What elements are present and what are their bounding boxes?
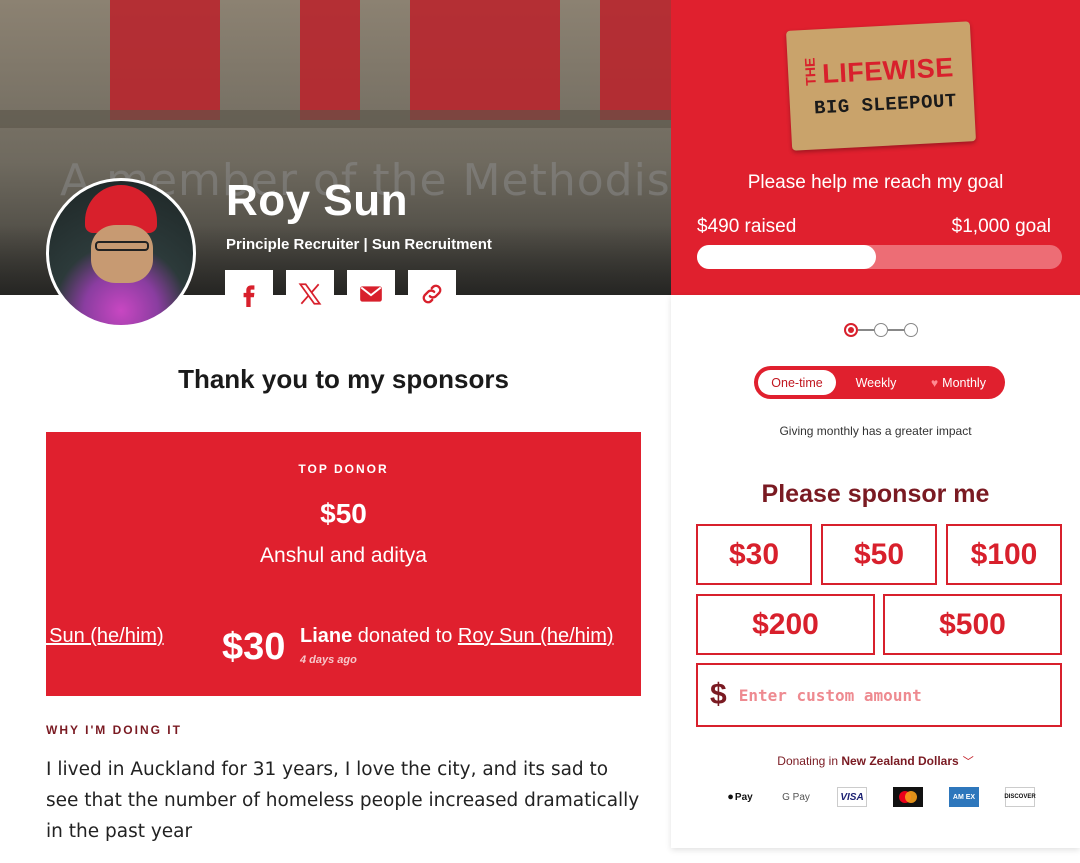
link-icon — [422, 284, 442, 304]
discover-icon: DISCOVER — [1004, 787, 1036, 807]
avatar-glasses — [95, 241, 149, 251]
banner-graphic — [600, 0, 671, 120]
campaign-logo: THE LIFEWISE BIG SLEEPOUT — [785, 21, 977, 151]
donation-ticker: Roy Sun (he/him) $30 Liane donated to Ro… — [46, 622, 641, 672]
heart-icon: ♥ — [931, 375, 939, 390]
amex-icon: AM EX — [949, 787, 979, 807]
step-dot-1 — [844, 323, 858, 337]
banner-graphic — [110, 0, 220, 120]
story-label: WHY I'M DOING IT — [46, 723, 182, 737]
progress-fill — [697, 245, 876, 269]
share-email-button[interactable] — [347, 270, 395, 318]
ticker-donor: Liane — [300, 625, 353, 647]
google-pay-icon: G Pay — [782, 791, 810, 803]
logo-sleepout: BIG SLEEPOUT — [813, 90, 958, 120]
logo-the: THE — [801, 57, 819, 87]
frequency-monthly-label: Monthly — [942, 375, 986, 390]
share-buttons — [225, 270, 456, 318]
story-text: I lived in Auckland for 31 years, I love… — [46, 759, 640, 842]
goal-panel: THE LIFEWISE BIG SLEEPOUT Please help me… — [671, 0, 1080, 295]
apple-logo-icon: ● — [727, 791, 734, 803]
amount-button[interactable]: $50 — [821, 524, 937, 585]
top-donor-label: TOP DONOR — [298, 462, 389, 476]
visa-icon: VISA — [837, 787, 867, 807]
frequency-one-time[interactable]: One-time — [758, 370, 836, 395]
facebook-icon — [243, 285, 255, 307]
frequency-weekly[interactable]: Weekly — [836, 370, 916, 395]
raised-amount: $490 raised — [697, 216, 797, 237]
custom-amount-field[interactable]: $ — [696, 663, 1062, 727]
x-icon — [298, 283, 322, 305]
avatar — [46, 178, 196, 328]
step-connector — [858, 329, 874, 331]
banner-graphic — [0, 110, 671, 128]
goal-heading: Please help me reach my goal — [747, 172, 1004, 193]
top-donor-amount: $50 — [320, 498, 367, 529]
custom-amount-input[interactable] — [738, 685, 1039, 705]
profile-title: Principle Recruiter | Sun Recruitment — [226, 236, 492, 253]
ticker-recipient-link[interactable]: Roy Sun (he/him) — [458, 625, 614, 647]
sponsors-heading: Thank you to my sponsors — [178, 364, 509, 394]
chevron-down-icon: ﹀ — [962, 756, 974, 768]
banner-graphic — [410, 0, 560, 120]
step-connector — [888, 329, 904, 331]
avatar-face — [91, 225, 153, 283]
progress-bar — [697, 245, 1062, 269]
goal-amount: $1,000 goal — [951, 216, 1051, 237]
ticker-recipient-link[interactable]: Roy Sun (he/him) — [46, 625, 164, 648]
donor-box: TOP DONOR $50 Anshul and aditya Roy Sun … — [46, 432, 641, 696]
step-dot-2 — [874, 323, 888, 337]
payment-methods: ● Pay G Pay VISA AM EX DISCOVER — [725, 787, 1036, 807]
frequency-toggle: One-time Weekly ♥ Monthly — [754, 366, 1005, 399]
apple-pay-icon: ● Pay — [727, 791, 753, 803]
banner-graphic — [300, 0, 360, 120]
logo-lifewise: LIFEWISE — [821, 52, 955, 90]
ticker-action: donated to — [352, 625, 458, 647]
ticker-amount: $30 — [222, 626, 286, 668]
ticker-message: Liane donated to Roy Sun (he/him) — [300, 625, 614, 648]
currency-prefix: Donating in — [777, 754, 842, 768]
frequency-note: Giving monthly has a greater impact — [779, 424, 972, 438]
step-dot-3 — [904, 323, 918, 337]
step-indicator — [844, 323, 918, 337]
frequency-monthly[interactable]: ♥ Monthly — [916, 370, 1001, 395]
profile-name: Roy Sun — [226, 176, 408, 225]
amount-button[interactable]: $100 — [946, 524, 1062, 585]
dollar-icon: $ — [710, 678, 727, 711]
share-x-button[interactable] — [286, 270, 334, 318]
donation-form: One-time Weekly ♥ Monthly Giving monthly … — [671, 295, 1080, 848]
mastercard-icon — [893, 787, 923, 807]
top-donor-name: Anshul and aditya — [260, 544, 427, 567]
copy-link-button[interactable] — [408, 270, 456, 318]
currency-selector[interactable]: Donating in New Zealand Dollars ﹀ — [671, 753, 1080, 769]
amount-button[interactable]: $200 — [696, 594, 875, 655]
email-icon — [360, 286, 382, 302]
ticker-time: 4 days ago — [300, 654, 357, 666]
share-facebook-button[interactable] — [225, 270, 273, 318]
currency-name: New Zealand Dollars — [841, 754, 959, 768]
sponsor-heading: Please sponsor me — [761, 480, 990, 508]
amount-button[interactable]: $30 — [696, 524, 812, 585]
amount-button[interactable]: $500 — [883, 594, 1062, 655]
